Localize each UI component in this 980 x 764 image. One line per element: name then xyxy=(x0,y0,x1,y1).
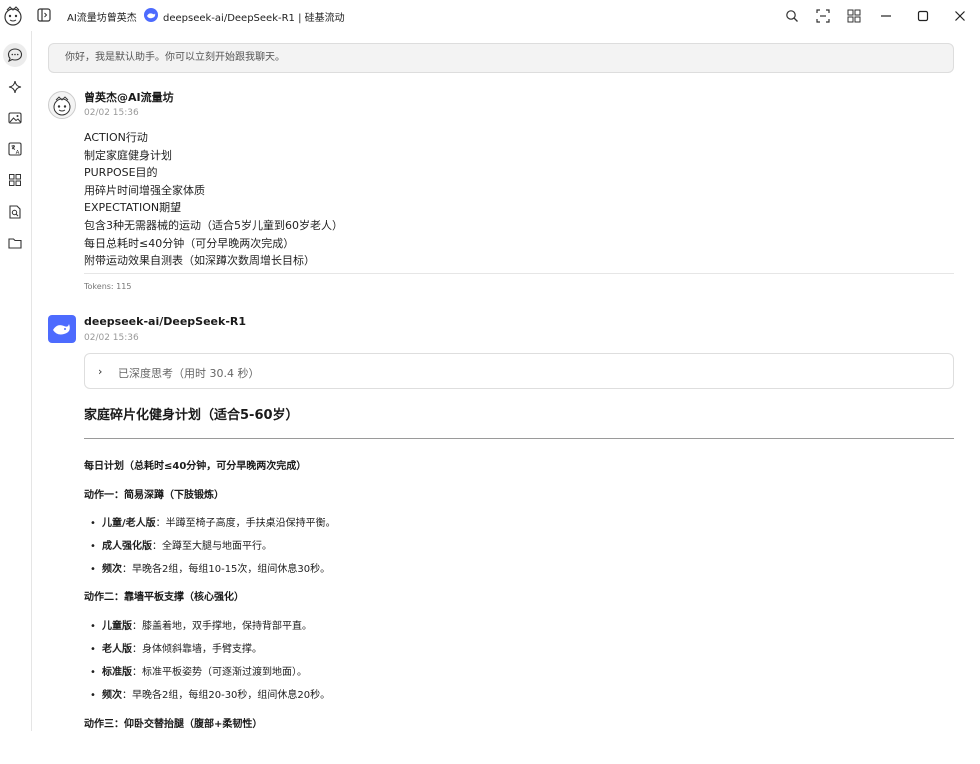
token-count: Tokens: 115 xyxy=(84,282,132,291)
user-name: 曾英杰@AI流量坊 xyxy=(84,91,174,104)
sparkle-icon[interactable] xyxy=(5,77,25,97)
chat-icon[interactable] xyxy=(3,43,27,67)
fullscreen-icon[interactable] xyxy=(813,6,833,26)
list-item-label: 标准版 xyxy=(102,667,132,678)
chevron-right-icon: › xyxy=(98,365,103,378)
message-line: 包含3种无需器械的运动（适合5岁儿童到60岁老人） xyxy=(84,219,343,232)
assistant-name[interactable]: AI流量坊曾英杰 xyxy=(67,9,137,24)
search-icon[interactable] xyxy=(782,6,802,26)
title-bar: AI流量坊曾英杰 deepseek-ai/DeepSeek-R1 | 硅基流动 xyxy=(0,0,980,31)
sidebar: A xyxy=(0,31,32,731)
app-logo xyxy=(4,6,22,26)
user-avatar xyxy=(48,91,76,119)
file-search-icon[interactable] xyxy=(5,202,25,222)
folder-icon[interactable] xyxy=(5,233,25,253)
list-item-text: ：全蹲至大腿与地面平行。 xyxy=(152,541,272,552)
list-item-label: 频次 xyxy=(102,564,122,575)
list-item-label: 成人强化版 xyxy=(102,541,152,552)
image-icon[interactable] xyxy=(5,108,25,128)
daily-plan-heading: 每日计划（总耗时≤40分钟，可分早晚两次完成） xyxy=(84,461,307,472)
translate-icon[interactable]: A xyxy=(5,139,25,159)
list-item: • 成人强化版：全蹲至大腿与地面平行。 xyxy=(90,541,272,552)
plan-title: 家庭碎片化健身计划（适合5-60岁） xyxy=(84,408,299,423)
action1-heading: 动作一：简易深蹲（下肢锻炼） xyxy=(84,490,224,501)
heading-rule xyxy=(84,438,954,439)
list-item-text: ：早晚各2组，每组10-15次，组间休息30秒。 xyxy=(122,564,331,575)
list-item: • 儿童/老人版：半蹲至椅子高度，手扶桌沿保持平衡。 xyxy=(90,518,336,529)
chat-area: 你好，我是默认助手。你可以立刻开始跟我聊天。 曾英杰@AI流量坊 02/02 1… xyxy=(32,31,980,731)
grid-icon[interactable] xyxy=(844,6,864,26)
list-item-text: ：膝盖着地，双手撑地，保持背部平直。 xyxy=(132,621,312,632)
list-item-text: ：半蹲至椅子高度，手扶桌沿保持平衡。 xyxy=(155,518,336,529)
list-item-label: 老人版 xyxy=(102,644,132,655)
list-item: • 频次：早晚各2组，每组10-15次，组间休息30秒。 xyxy=(90,564,331,575)
thinking-toggle[interactable]: › 已深度思考（用时 30.4 秒） xyxy=(84,353,954,389)
thinking-label: 已深度思考（用时 30.4 秒） xyxy=(118,367,260,380)
apps-icon[interactable] xyxy=(5,170,25,190)
list-item-text: ：标准平板姿势（可逐渐过渡到地面）。 xyxy=(132,667,307,678)
close-icon[interactable] xyxy=(950,6,970,26)
message-divider xyxy=(84,273,954,274)
user-message-time: 02/02 15:36 xyxy=(84,108,139,118)
list-item: • 老人版：身体倾斜靠墙，手臂支撑。 xyxy=(90,644,262,655)
model-name[interactable]: deepseek-ai/DeepSeek-R1 | 硅基流动 xyxy=(163,9,345,24)
list-item-text: ：身体倾斜靠墙，手臂支撑。 xyxy=(132,644,262,655)
message-line: 用碎片时间增强全家体质 xyxy=(84,184,205,197)
list-item: • 标准版：标准平板姿势（可逐渐过渡到地面）。 xyxy=(90,667,307,678)
list-item-label: 儿童/老人版 xyxy=(102,518,156,529)
action2-heading: 动作二：靠墙平板支撑（核心强化） xyxy=(84,592,244,603)
message-line: 制定家庭健身计划 xyxy=(84,149,172,162)
assistant-name-label: deepseek-ai/DeepSeek-R1 xyxy=(84,315,247,328)
list-item-label: 儿童版 xyxy=(102,621,132,632)
message-line: PURPOSE目的 xyxy=(84,166,158,179)
list-item: • 儿童版：膝盖着地，双手撑地，保持背部平直。 xyxy=(90,621,312,632)
minimize-icon[interactable] xyxy=(876,6,896,26)
greeting-banner: 你好，我是默认助手。你可以立刻开始跟我聊天。 xyxy=(48,43,954,73)
message-line: EXPECTATION期望 xyxy=(84,201,182,214)
message-line: ACTION行动 xyxy=(84,131,148,144)
assistant-message-time: 02/02 15:36 xyxy=(84,333,139,343)
deepseek-logo-icon xyxy=(144,8,158,22)
list-item-text: ：早晚各2组，每组20-30秒，组间休息20秒。 xyxy=(122,690,331,701)
message-line: 每日总耗时≤40分钟（可分早晚两次完成） xyxy=(84,237,295,250)
message-line: 附带运动效果自测表（如深蹲次数周增长目标） xyxy=(84,254,315,267)
action3-heading: 动作三：仰卧交替抬腿（腹部+柔韧性） xyxy=(84,719,263,730)
list-item: • 频次：早晚各2组，每组20-30秒，组间休息20秒。 xyxy=(90,690,331,701)
svg-text:A: A xyxy=(16,150,20,156)
list-item-label: 频次 xyxy=(102,690,122,701)
maximize-icon[interactable] xyxy=(913,6,933,26)
deepseek-avatar xyxy=(48,315,76,343)
sidebar-toggle-icon[interactable] xyxy=(37,8,51,22)
